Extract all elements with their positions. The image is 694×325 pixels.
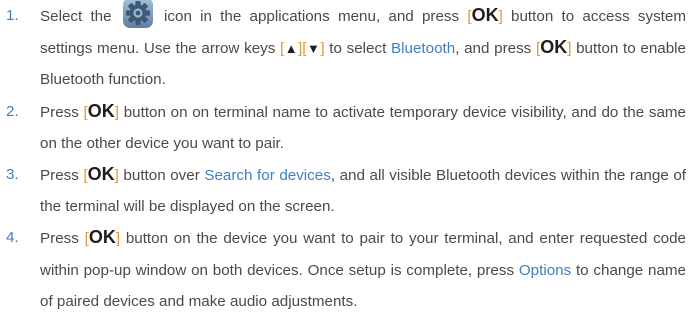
- bluetooth-pairing-steps: 1. Select the icon in the applications m…: [0, 0, 694, 317]
- settings-gear-icon: [122, 0, 153, 28]
- step-text: Press: [40, 230, 85, 248]
- bluetooth-link[interactable]: Bluetooth: [391, 40, 455, 57]
- step-text: Select the: [40, 8, 120, 25]
- up-arrow-icon: ▲: [284, 41, 299, 57]
- options-link[interactable]: Options: [519, 262, 571, 279]
- step-text: , and press: [455, 40, 536, 58]
- ok-key-label: [OK]: [535, 37, 572, 58]
- step-text: Press: [40, 103, 84, 121]
- step-number: 2.: [6, 102, 19, 120]
- step-number: 3.: [6, 166, 19, 184]
- step-item: 2. Press [OK] button on on terminal name…: [0, 96, 686, 159]
- step-item: 3. Press [OK] button over Search for dev…: [0, 159, 686, 222]
- down-arrow-icon: ▼: [306, 41, 321, 57]
- search-for-devices-link[interactable]: Search for devices: [204, 167, 330, 184]
- ok-key-label: [OK]: [83, 100, 119, 121]
- step-text: button on on terminal name to activate t…: [40, 103, 686, 152]
- step-number: 4.: [6, 229, 19, 247]
- instruction-page: 1. Select the icon in the applications m…: [0, 0, 694, 325]
- ok-key-label: [OK]: [83, 164, 119, 185]
- step-text: Press: [40, 167, 84, 185]
- down-arrow-key-label: [▼]: [302, 40, 325, 58]
- up-arrow-key-label: [▲]: [280, 40, 303, 58]
- step-text: to select: [324, 40, 391, 58]
- step-text: icon in the applications menu, and press: [155, 8, 468, 25]
- step-number: 1.: [6, 7, 19, 24]
- step-text: button over: [118, 167, 205, 185]
- ok-key-label: [OK]: [467, 5, 503, 25]
- step-item: 4. Press [OK] button on the device you w…: [0, 222, 686, 317]
- step-item: 1. Select the icon in the applications m…: [0, 0, 686, 96]
- ok-key-label: [OK]: [84, 227, 121, 248]
